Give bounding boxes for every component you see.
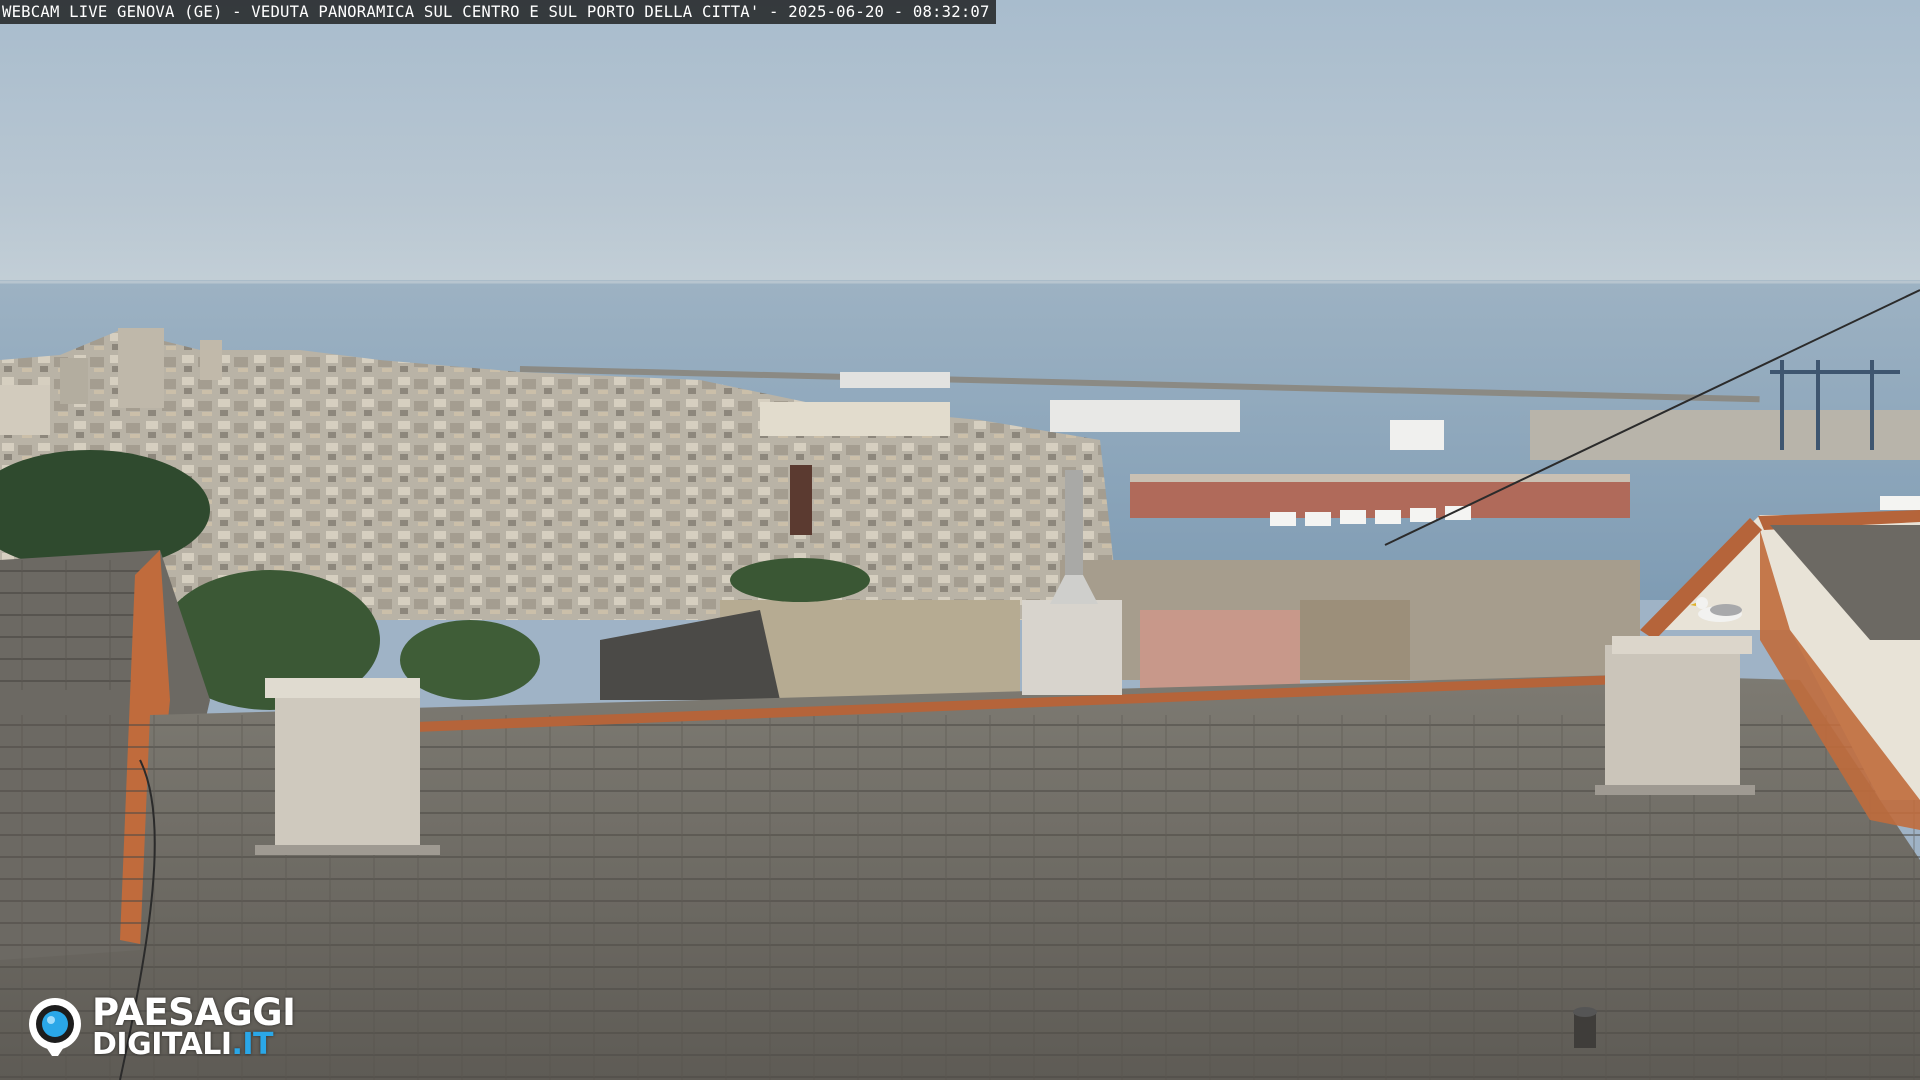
vent-pipe: [1574, 1012, 1596, 1048]
paesaggi-digitali-logo: PAESAGGI DIGITALI.IT: [26, 993, 336, 1062]
right-chimney: [1595, 636, 1755, 795]
container-terminal: [1530, 410, 1920, 460]
webcam-title-overlay: WEBCAM LIVE GENOVA (GE) - VEDUTA PANORAM…: [0, 0, 996, 24]
webcam-lens-icon: [29, 998, 81, 1056]
tower-building: [118, 328, 164, 408]
sky: [0, 0, 1920, 290]
logo-text-digitali-main: DIGITALI: [92, 1027, 232, 1062]
ferry-gnv: [1050, 400, 1240, 432]
logo-text-digitali: DIGITALI.IT: [92, 1027, 274, 1062]
left-chimney: [255, 678, 440, 855]
webcam-scene: [0, 0, 1920, 1080]
logo-text-domain: .IT: [231, 1027, 274, 1062]
